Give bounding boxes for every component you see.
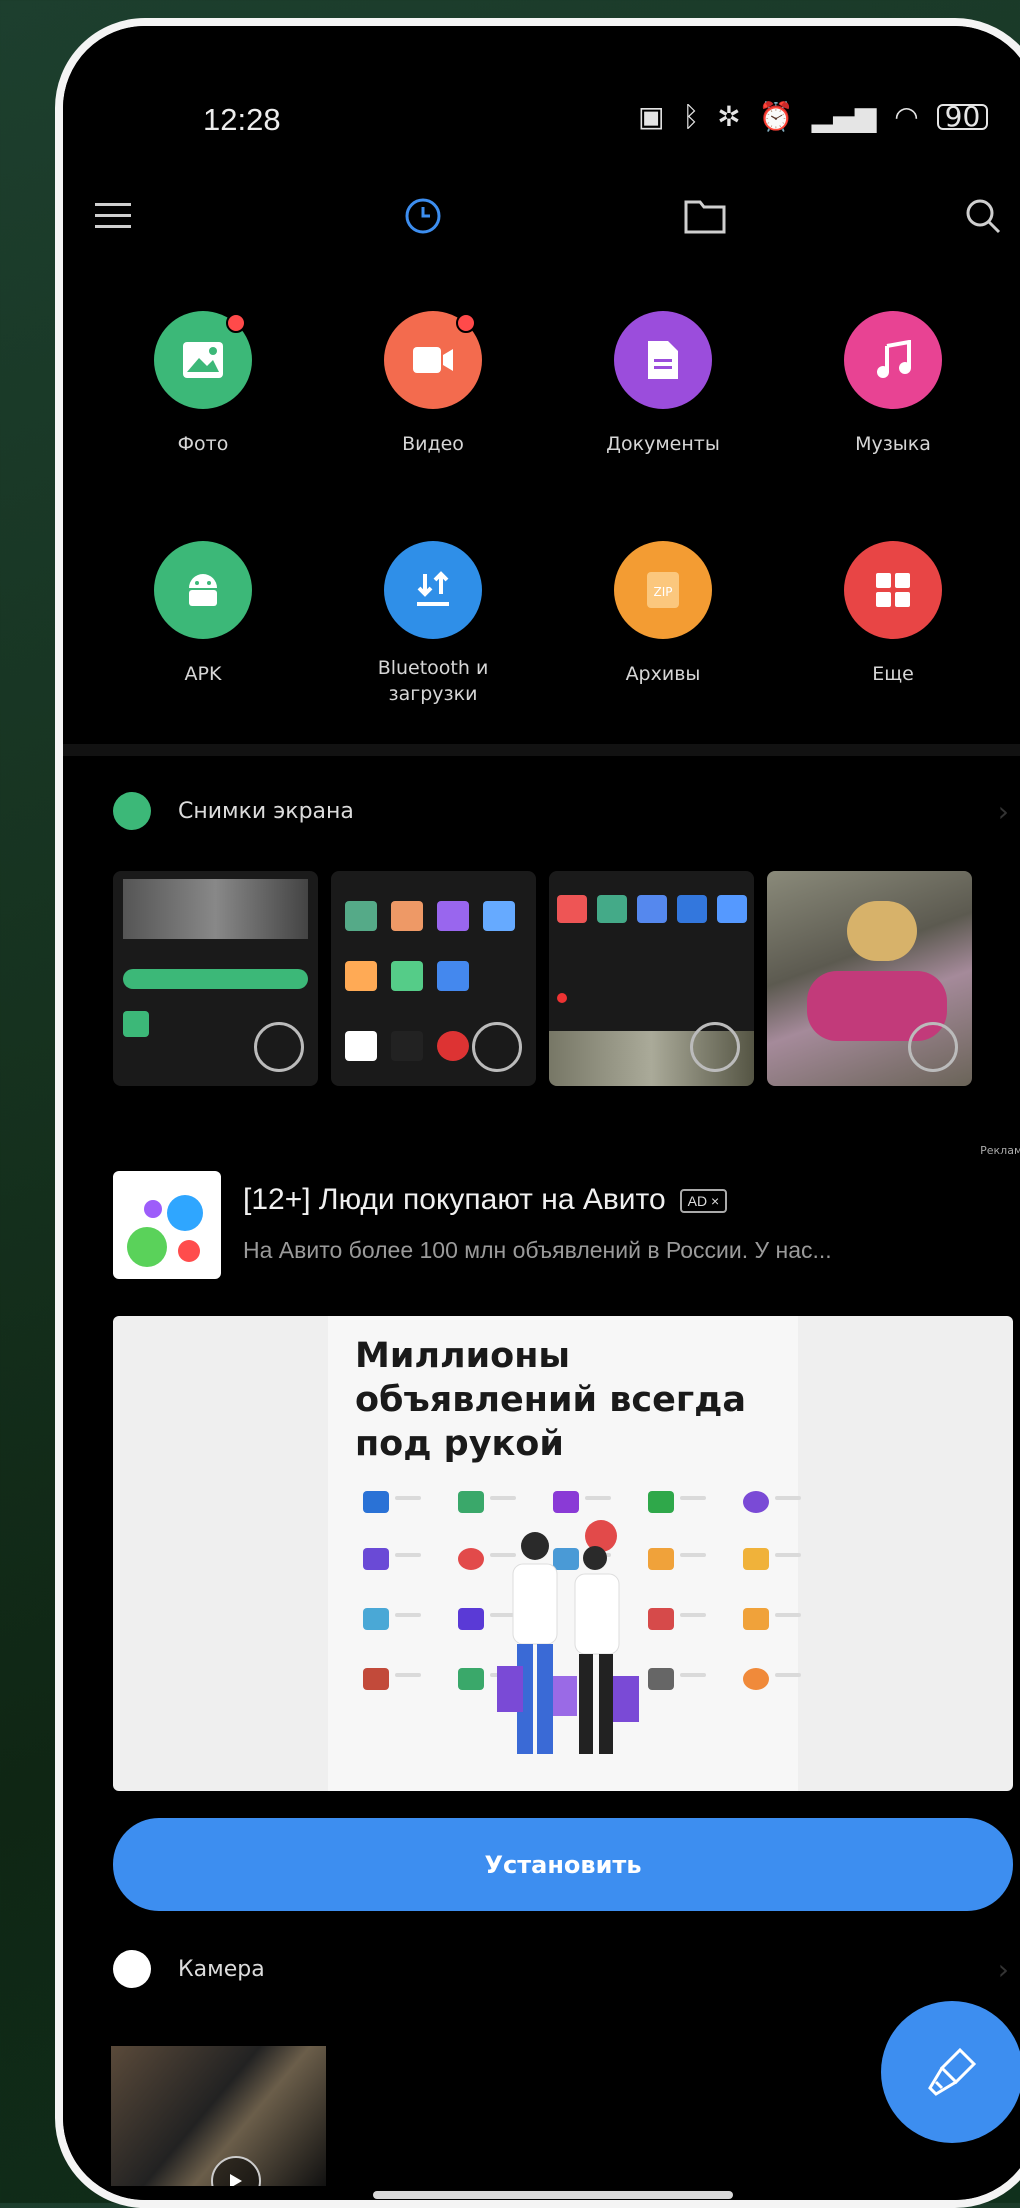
shoppers-illustration	[497, 1520, 639, 1754]
signal-icon: ▂▄▆	[811, 100, 877, 133]
screenshot-thumbnail[interactable]	[767, 871, 972, 1086]
vibrate-icon: ✲	[717, 100, 741, 133]
ad-badge-text: AD	[687, 1193, 708, 1210]
category-label: Видео	[402, 433, 464, 455]
category-label: Архивы	[625, 663, 701, 685]
screenshot-thumbnail[interactable]	[113, 871, 318, 1086]
category-label: Bluetooth и загрузки	[333, 655, 533, 707]
folder-icon[interactable]	[675, 186, 735, 246]
music-note-icon	[844, 311, 942, 409]
category-label-line2: загрузки	[388, 683, 478, 705]
android-icon	[154, 541, 252, 639]
brush-icon	[928, 2047, 977, 2096]
alarm-icon: ⏰	[758, 100, 794, 133]
banner-headline-line: Миллионы	[355, 1336, 571, 1376]
preview-circle	[472, 1022, 522, 1072]
wifi-icon: ◠	[894, 100, 919, 133]
category-documents[interactable]: Документы	[563, 311, 763, 457]
screenshot-icon	[113, 792, 151, 830]
camera-icon	[113, 1950, 151, 1988]
banner-headline: Миллионы объявлений всегда под рукой	[355, 1334, 746, 1466]
ad-label: Реклама	[980, 1144, 1020, 1157]
camera-section-header[interactable]: Камера ›	[63, 1944, 1020, 1994]
category-label: APK	[184, 663, 222, 685]
ad-description: На Авито более 100 млн объявлений в Росс…	[243, 1237, 832, 1263]
image-icon	[154, 311, 252, 409]
ad-badge: AD ×	[679, 1189, 728, 1214]
download-icon	[384, 541, 482, 639]
status-icons: ▣ ᛒ ✲ ⏰ ▂▄▆ ◠ 90	[638, 100, 989, 133]
preview-circle	[690, 1022, 740, 1072]
menu-icon[interactable]	[83, 186, 143, 246]
section-divider	[63, 744, 1020, 756]
avito-logo	[113, 1171, 221, 1279]
install-button[interactable]: Установить	[113, 1818, 1013, 1911]
new-badge	[226, 313, 246, 333]
play-icon	[211, 2156, 261, 2186]
banner-headline-line: объявлений всегда	[355, 1380, 746, 1420]
category-music[interactable]: Музыка	[793, 311, 993, 457]
preview-circle	[254, 1022, 304, 1072]
grid-icon	[844, 541, 942, 639]
chevron-right-icon: ›	[997, 794, 1009, 828]
screenshots-section-header[interactable]: Снимки экрана ›	[63, 786, 1020, 836]
zip-icon: ZIP	[614, 541, 712, 639]
category-label: Музыка	[855, 433, 931, 455]
category-archives[interactable]: ZIP Архивы	[563, 541, 763, 687]
camera-video-thumbnail[interactable]	[111, 2046, 326, 2186]
new-badge	[456, 313, 476, 333]
status-time: 12:28	[203, 102, 281, 137]
banner-headline-line: под рукой	[355, 1424, 564, 1464]
screen: 12:28 ▣ ᛒ ✲ ⏰ ▂▄▆ ◠ 90 Фото Видео Докуме…	[63, 26, 1020, 2200]
screenshots-row	[113, 871, 1020, 1091]
category-label: Документы	[606, 433, 720, 455]
cleaner-fab-button[interactable]	[881, 2001, 1020, 2143]
category-label: Фото	[177, 433, 229, 455]
category-bluetooth-downloads[interactable]: Bluetooth и загрузки	[333, 541, 533, 707]
category-apk[interactable]: APK	[103, 541, 303, 687]
category-label: Еще	[872, 663, 914, 685]
category-video[interactable]: Видео	[333, 311, 533, 457]
battery-icon: 90	[936, 102, 989, 130]
screenshot-thumbnail[interactable]	[331, 871, 536, 1086]
screenshots-section-title: Снимки экрана	[178, 798, 354, 824]
category-photo[interactable]: Фото	[103, 311, 303, 457]
chevron-right-icon: ›	[997, 1952, 1009, 1986]
home-indicator[interactable]	[373, 2191, 733, 2199]
status-bar: 12:28 ▣ ᛒ ✲ ⏰ ▂▄▆ ◠ 90	[63, 86, 1020, 146]
ad-banner-image[interactable]: Миллионы объявлений всегда под рукой	[113, 1316, 1013, 1791]
recent-clock-icon[interactable]	[393, 186, 453, 246]
screenshot-thumbnail[interactable]	[549, 871, 754, 1086]
phone-frame: 12:28 ▣ ᛒ ✲ ⏰ ▂▄▆ ◠ 90 Фото Видео Докуме…	[55, 18, 1020, 2208]
category-label-line1: Bluetooth и	[377, 657, 489, 679]
ad-title: [12+] Люди покупают на Авито AD ×	[243, 1183, 728, 1217]
video-camera-icon	[384, 311, 482, 409]
preview-circle	[908, 1022, 958, 1072]
category-more[interactable]: Еще	[793, 541, 993, 687]
bluetooth-icon: ᛒ	[682, 100, 700, 133]
document-icon	[614, 311, 712, 409]
nfc-icon: ▣	[638, 100, 665, 133]
search-icon[interactable]	[953, 186, 1013, 246]
top-toolbar	[63, 186, 1020, 266]
svg-text:ZIP: ZIP	[654, 585, 673, 599]
ad-title-text: [12+] Люди покупают на Авито	[243, 1183, 666, 1216]
camera-section-title: Камера	[178, 1956, 265, 1982]
